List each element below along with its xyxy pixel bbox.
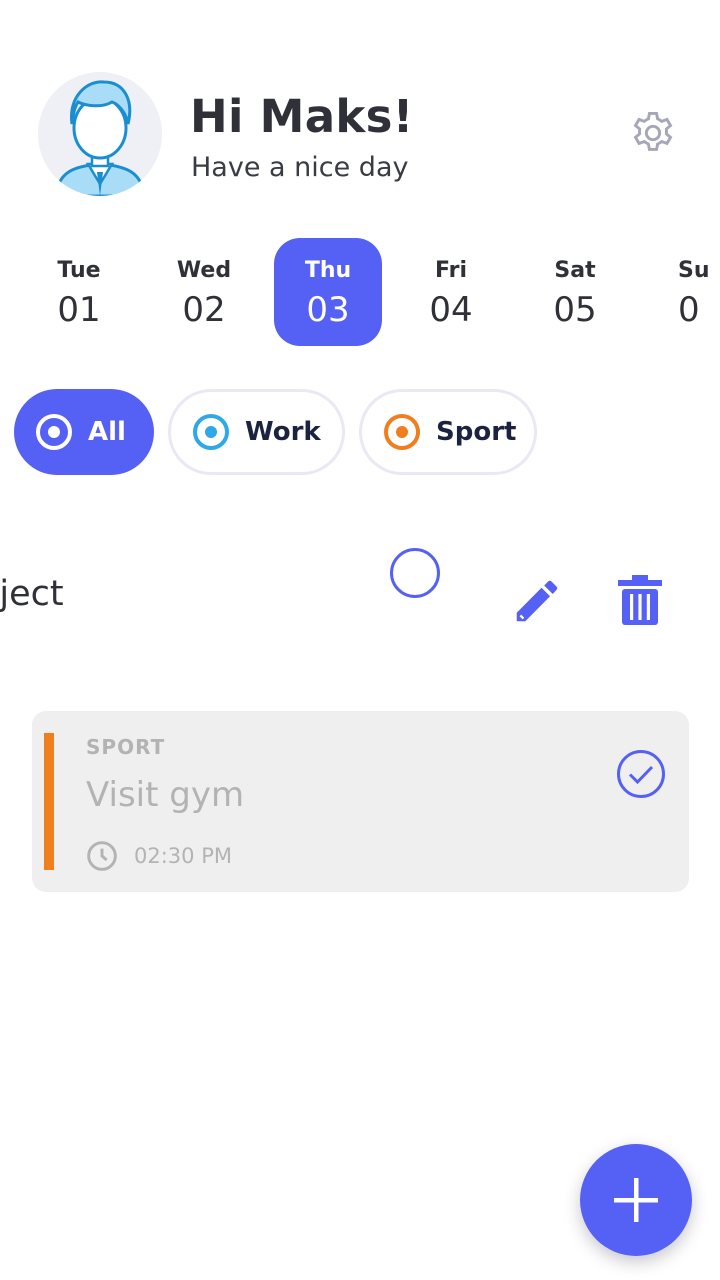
pencil-icon [516, 580, 558, 622]
day-sat[interactable]: Sat 05 [521, 238, 629, 346]
check-circle-icon[interactable] [616, 749, 666, 799]
task-complete-checkbox[interactable] [390, 548, 440, 598]
greeting-title: Hi Maks! [190, 90, 414, 143]
radio-icon [36, 414, 72, 450]
edit-task-button[interactable] [510, 574, 564, 628]
filter-all[interactable]: All [14, 389, 154, 475]
task-time: 02:30 PM [134, 844, 232, 868]
day-number: 02 [182, 290, 226, 330]
day-number: 03 [306, 290, 350, 330]
greeting-subtitle: Have a nice day [191, 152, 409, 183]
day-name: Wed [176, 258, 232, 283]
task-title: Visit gym [86, 775, 245, 815]
filter-work[interactable]: Work [168, 389, 345, 475]
day-name: Tue [57, 258, 101, 283]
settings-button[interactable] [628, 108, 678, 158]
filter-label: All [88, 417, 126, 447]
filter-sport[interactable]: Sport [359, 389, 537, 475]
day-name: Fri [434, 258, 467, 283]
trash-icon [618, 575, 662, 625]
day-tue[interactable]: Tue 01 [25, 238, 133, 346]
swiped-task-title[interactable]: oject [0, 574, 64, 614]
day-number: 0 [678, 290, 700, 330]
category-color-bar [44, 733, 54, 870]
day-number: 05 [553, 290, 597, 330]
task-card[interactable]: SPORT Visit gym 02:30 PM [32, 711, 689, 892]
day-name: Thu [304, 258, 352, 283]
day-selector: Tue 01 Wed 02 Thu 03 Fri 04 Sat 05 Su 0 [0, 238, 720, 346]
radio-icon [193, 414, 229, 450]
day-thu[interactable]: Thu 03 [274, 238, 382, 346]
day-number: 01 [57, 290, 101, 330]
day-sun[interactable]: Su 0 [645, 238, 710, 346]
add-task-button[interactable] [580, 1144, 692, 1256]
radio-icon [384, 414, 420, 450]
gear-icon [633, 111, 673, 151]
day-number: 04 [429, 290, 473, 330]
day-fri[interactable]: Fri 04 [397, 238, 505, 346]
task-category: SPORT [86, 735, 166, 759]
filter-label: Work [245, 417, 321, 447]
avatar[interactable] [38, 72, 162, 196]
user-avatar-icon [54, 80, 146, 196]
day-name: Sat [554, 258, 596, 283]
clock-icon [87, 841, 117, 871]
day-name: Su [678, 258, 710, 283]
plus-icon [614, 1178, 658, 1222]
filter-label: Sport [436, 417, 517, 447]
delete-task-button[interactable] [616, 574, 664, 626]
day-wed[interactable]: Wed 02 [150, 238, 258, 346]
